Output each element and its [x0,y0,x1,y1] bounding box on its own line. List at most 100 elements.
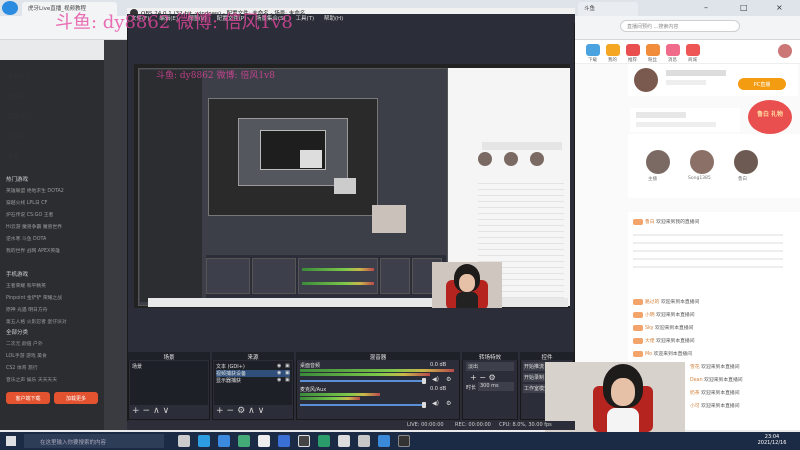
chat-user[interactable]: 大佬 [645,339,655,344]
eye-icon[interactable]: ◉ [277,370,281,376]
obs-icon[interactable] [298,435,310,447]
chat-user[interactable]: 奶茶 [690,391,700,396]
browser-logo-icon[interactable] [2,1,18,15]
app-icon[interactable] [398,435,410,447]
watermark-text: 斗鱼: dy8862 微博: 倍风1v8 [55,12,293,33]
pc-live-button[interactable]: PC直播 [738,78,786,90]
sidebar-item-star[interactable]: 星秀 [0,148,104,164]
sidebar-item-live-center[interactable]: 直播中心 [0,108,104,124]
chat-user[interactable]: 雪花 [690,365,700,370]
chat-user[interactable]: Dean [690,378,703,383]
app-icon[interactable] [238,435,250,447]
sidebar-item-follow[interactable]: 我的关注 [0,68,104,84]
browser-icon[interactable] [198,435,210,447]
duration-input[interactable]: 300 ms [478,382,514,391]
chat-user[interactable]: 小可 [690,404,700,409]
eye-icon[interactable]: ◉ [277,363,281,369]
app-icon[interactable] [278,435,290,447]
volume-slider-handle[interactable] [422,378,426,384]
studio-mode-button[interactable]: 工作室模式 [523,384,545,393]
volume-slider[interactable] [300,404,424,406]
chat-user[interactable]: 路过的 [645,300,659,305]
search-input[interactable]: 直播间预约 ...搜索内容 [620,20,740,32]
avatar[interactable] [778,44,792,58]
sidebar-category-row[interactable]: 音乐之声 娱乐 天天天天 [6,376,102,383]
lock-icon[interactable]: ▣ [285,363,290,369]
scene-item[interactable]: 场景 [132,363,142,370]
chat-user[interactable]: Sky [645,326,654,331]
sidebar-category-row[interactable]: 逆水寒 斗鱼 DOTA [6,235,102,242]
nav-label: 消息 [668,58,677,63]
add-transition-button[interactable]: + − ⚙ [470,373,496,382]
app-icon[interactable] [338,435,350,447]
avatar[interactable] [690,150,714,174]
app-icon[interactable] [258,435,270,447]
fans-icon[interactable] [646,44,660,56]
edge-icon[interactable] [218,435,230,447]
room-info-line [636,112,686,118]
volume-slider-handle[interactable] [422,402,426,408]
download-icon[interactable] [586,44,600,56]
mixer-track-name: 麦克风/Aux [300,387,327,393]
source-item[interactable]: 文本 (GDI+) [216,363,245,370]
chat-user[interactable]: 小明 [645,313,655,318]
download-client-button[interactable]: 客户端下载 [6,392,50,404]
volume-slider[interactable] [300,380,424,382]
chat-message: Dean 欢迎来到本直播间 [690,376,794,383]
transition-select[interactable]: 淡出 [466,362,514,371]
avatar [478,152,492,166]
sidebar-category-row[interactable]: 炉石传说 CS:GO 王者 [6,211,102,218]
user-icon[interactable] [606,44,620,56]
sidebar-category-row[interactable]: Pinpoint 金铲铲 荣耀之战 [6,294,102,301]
source-item[interactable]: 显示器捕获 [216,377,241,384]
taskbar-clock[interactable]: 23:04 2021/12/16 [748,434,796,448]
task-view-icon[interactable] [178,435,190,447]
recursive-dock [298,258,378,294]
sources-controls[interactable]: +−⚙∧∨ [216,406,267,416]
speaker-icon[interactable]: ◀) [432,376,439,383]
maximize-icon[interactable]: □ [740,3,748,12]
scenes-controls[interactable]: +−∧∨ [132,406,172,416]
minimize-icon[interactable]: – [704,3,708,12]
recommend-icon[interactable] [626,44,640,56]
lock-icon[interactable]: ▣ [285,377,290,383]
sidebar-item-rank[interactable]: 排行榜 [0,88,104,104]
taskbar-search-input[interactable]: 在这里输入你要搜索的内容 [24,434,164,448]
sidebar-item-cloud-game[interactable]: 云游戏 [0,128,104,144]
browser-tab[interactable]: 斗鱼 [578,2,638,16]
message-icon[interactable] [666,44,680,56]
nav-label: 推荐 [628,58,637,63]
load-more-button[interactable]: 加载更多 [54,392,98,404]
lock-icon[interactable]: ▣ [285,370,290,376]
sidebar-category-row[interactable]: LOL手游 游戏 美食 [6,352,102,359]
sidebar-category-row[interactable]: CS2 体育 旅行 [6,364,102,371]
sidebar-category-row[interactable]: 原神 光遇 明日方舟 [6,306,102,313]
start-stream-button[interactable]: 开始推流 [523,362,545,371]
app-icon[interactable] [358,435,370,447]
sidebar-category-row[interactable]: 王者荣耀 和平精英 [6,282,102,289]
chat-user[interactable]: 鲁白 [645,220,655,225]
sidebar-category-row[interactable]: 英雄联盟 绝地求生 DOTA2 [6,187,102,194]
controls-dock-title: 控件 [520,352,574,361]
avatar[interactable] [634,68,658,92]
app-icon[interactable] [378,435,390,447]
chat-user[interactable]: Mo [645,352,652,357]
avatar[interactable] [646,150,670,174]
windows-start-icon[interactable] [6,436,16,446]
shop-icon[interactable] [686,44,700,56]
gear-icon[interactable]: ⚙ [446,376,451,383]
speaker-icon[interactable]: ◀) [432,400,439,407]
close-icon[interactable]: × [776,3,783,12]
gift-badge[interactable]: 鲁白 礼物 [748,100,792,134]
start-record-button[interactable]: 开始录制 [523,373,545,382]
sidebar-category-row[interactable]: 二次元 颜值 户外 [6,340,102,347]
gear-icon[interactable]: ⚙ [446,400,451,407]
sidebar-category-row[interactable]: 第五人格 火影忍者 蛋仔派对 [6,318,102,325]
app-icon[interactable] [318,435,330,447]
sidebar-category-row[interactable]: 穿越火线 LPL日 CF [6,199,102,206]
sidebar-category-row[interactable]: 我的世界 战网 APEX英雄 [6,247,102,254]
avatar[interactable] [734,150,758,174]
chat-message: 小明 欢迎来到本直播间 [633,311,793,318]
eye-icon[interactable]: ◉ [277,377,281,383]
sidebar-category-row[interactable]: Hi云游 魔兽争霸 魔兽世界 [6,223,102,230]
